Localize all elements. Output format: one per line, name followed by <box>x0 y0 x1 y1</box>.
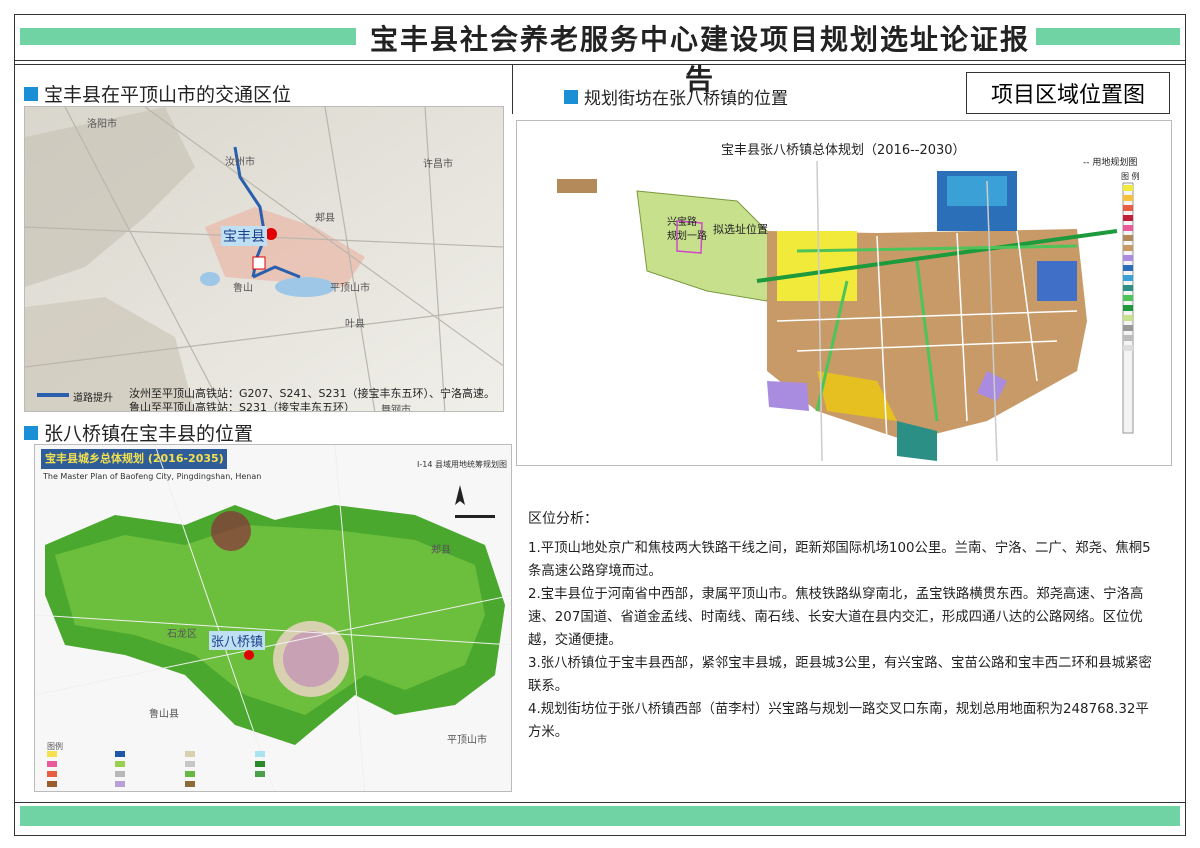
header-band-right <box>1036 28 1180 45</box>
town-map-graphic <box>517 121 1171 465</box>
divider <box>512 64 513 114</box>
section-traffic-label: 宝丰县在平顶山市的交通区位 <box>44 84 292 106</box>
traffic-map: 洛阳市 汝州市 许昌市 郏县 宝丰县 平顶山市 叶县 鲁山 舞钢市 道路提升 汝… <box>24 106 504 412</box>
site-label: 拟选址位置 <box>713 223 768 236</box>
place-label: 舞钢市 <box>381 405 411 412</box>
place-label: 洛阳市 <box>87 119 117 130</box>
region-box-label: 项目区域位置图 <box>966 72 1170 114</box>
analysis-heading: 区位分析： <box>528 511 598 527</box>
divider <box>14 802 1186 803</box>
county-map-sheet: I-14 县域用地统筹规划图 <box>417 460 507 469</box>
analysis-item: 2.宝丰县位于河南省中西部，隶属平顶山市。焦枝铁路纵穿南北，孟宝铁路横贯东西。郑… <box>528 587 1144 648</box>
town-map: 宝丰县张八桥镇总体规划（2016--2030） -- 用地规划图 兴宝路 规划一… <box>516 120 1172 466</box>
traffic-note: 鲁山至平顶山高铁站：S231（接宝丰东五环） <box>129 401 355 412</box>
footer-band <box>20 806 1180 826</box>
section-block: 规划街坊在张八桥镇的位置 <box>564 84 788 109</box>
analysis-item: 1.平顶山地处京广和焦枝两大铁路干线之间，距新郑国际机场100公里。兰南、宁洛、… <box>528 541 1151 579</box>
place-label: 郏县 <box>315 213 335 224</box>
place-label: 郏县 <box>431 545 451 556</box>
bullet-icon <box>564 89 578 104</box>
bullet-icon <box>24 86 38 101</box>
place-label: 叶县 <box>345 319 365 330</box>
town-map-title: 宝丰县张八桥镇总体规划（2016--2030） <box>721 143 966 158</box>
section-block-label: 规划街坊在张八桥镇的位置 <box>584 89 788 109</box>
county-map-title-en: The Master Plan of Baofeng City, Pingdin… <box>43 472 262 481</box>
place-label: 鲁山 <box>233 283 253 294</box>
section-town-label: 张八桥镇在宝丰县的位置 <box>44 423 254 445</box>
bullet-icon <box>24 425 38 440</box>
place-label: 平顶山市 <box>447 735 487 746</box>
town-legend <box>1122 182 1134 434</box>
header-band-left <box>20 28 356 45</box>
analysis-block: 区位分析： 1.平顶山地处京广和焦枝两大铁路干线之间，距新郑国际机场100公里。… <box>528 508 1160 744</box>
divider <box>14 64 1186 65</box>
place-label: 石龙区 <box>167 629 197 640</box>
legend-road-label: 道路提升 <box>73 393 113 404</box>
town-legend-title: 图 例 <box>1121 172 1140 181</box>
divider <box>14 60 1186 61</box>
county-map-title: 宝丰县城乡总体规划 (2016-2035) <box>45 452 224 465</box>
zhangbaqiao-marker <box>244 650 254 660</box>
town-map-subtitle: -- 用地规划图 <box>1083 158 1138 168</box>
place-label: 汝州市 <box>225 157 255 168</box>
road-label: 兴宝路 <box>667 217 697 228</box>
place-label: 平顶山市 <box>330 283 370 294</box>
traffic-map-graphic <box>25 107 503 411</box>
place-label-zhangbaqiao: 张八桥镇 <box>209 631 266 650</box>
county-map: 宝丰县城乡总体规划 (2016-2035) The Master Plan of… <box>34 444 512 792</box>
section-town: 张八桥镇在宝丰县的位置 <box>24 419 253 446</box>
station-icon <box>252 256 266 270</box>
county-legend-title: 图例 <box>47 742 63 751</box>
place-label: 许昌市 <box>423 159 453 170</box>
section-traffic: 宝丰县在平顶山市的交通区位 <box>24 80 291 107</box>
analysis-item: 4.规划街坊位于张八桥镇西部（苗李村）兴宝路与规划一路交叉口东南，规划总用地面积… <box>528 702 1149 740</box>
county-map-graphic <box>35 445 511 791</box>
place-label: 鲁山县 <box>149 709 179 720</box>
analysis-item: 3.张八桥镇位于宝丰县西部，紧邻宝丰县城，距县城3公里，有兴宝路、宝苗公路和宝丰… <box>528 656 1152 694</box>
place-label-baofeng: 宝丰县 <box>221 226 267 246</box>
road-label: 规划一路 <box>667 231 707 242</box>
